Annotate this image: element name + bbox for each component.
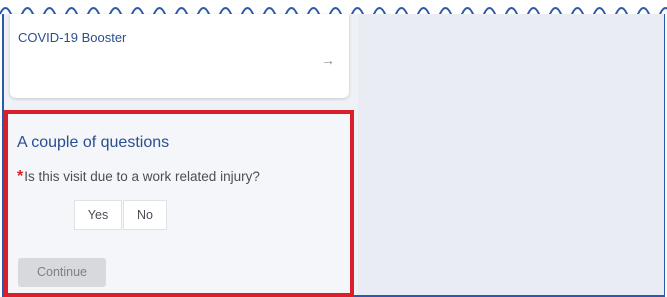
- question-work-injury: *Is this visit due to a work related inj…: [17, 168, 260, 186]
- required-marker: *: [17, 168, 24, 185]
- right-panel: [358, 14, 664, 295]
- service-card-title: COVID-19 Booster: [18, 30, 127, 45]
- arrow-right-icon: →: [321, 52, 335, 68]
- continue-button[interactable]: Continue: [18, 258, 106, 287]
- questions-heading: A couple of questions: [17, 134, 170, 151]
- question-text: Is this visit due to a work related inju…: [24, 169, 260, 184]
- questions-section: A couple of questions *Is this visit due…: [4, 110, 354, 297]
- service-card-covid-booster[interactable]: COVID-19 Booster →: [10, 14, 349, 98]
- yes-button[interactable]: Yes: [74, 200, 122, 230]
- no-button[interactable]: No: [123, 200, 167, 230]
